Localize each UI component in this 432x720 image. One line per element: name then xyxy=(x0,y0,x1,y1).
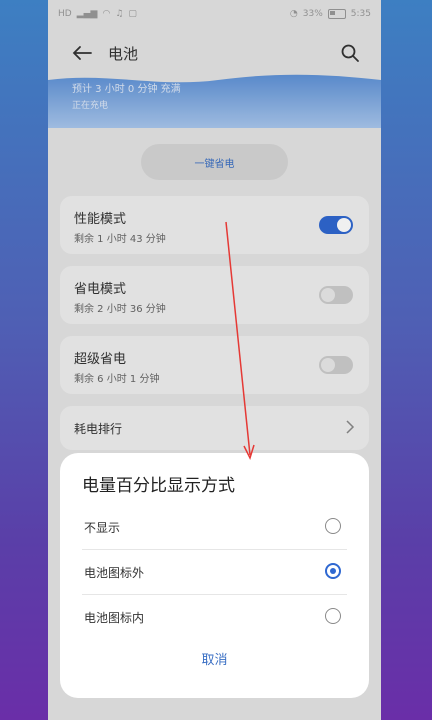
mode-card-ultra-saving[interactable]: 超级省电 剩余 6 小时 1 分钟 xyxy=(60,336,369,394)
power-saving-mode-toggle[interactable] xyxy=(319,286,353,304)
power-rank-label: 耗电排行 xyxy=(74,422,123,436)
mode-card-performance[interactable]: 性能模式 剩余 1 小时 43 分钟 xyxy=(60,196,369,254)
option-label: 不显示 xyxy=(84,521,121,535)
percentage-display-dialog: 电量百分比显示方式 不显示 电池图标外 电池图标内 取消 xyxy=(60,453,369,698)
status-bar: HD ▂▄▆ ◠ ♫ ▢ ◔ 33% 5:35 xyxy=(48,0,381,28)
performance-mode-toggle[interactable] xyxy=(319,216,353,234)
option-outside-icon[interactable]: 电池图标外 xyxy=(60,550,369,595)
toggle-knob xyxy=(321,358,335,372)
option-label: 电池图标内 xyxy=(84,611,145,625)
toggle-knob xyxy=(337,218,351,232)
power-rank-row[interactable]: 耗电排行 xyxy=(60,406,369,450)
mode-remaining: 剩余 2 小时 36 分钟 xyxy=(74,304,166,315)
battery-icon xyxy=(327,9,346,19)
mode-remaining: 剩余 1 小时 43 分钟 xyxy=(74,234,166,245)
radio-button[interactable] xyxy=(325,608,341,624)
back-arrow-icon xyxy=(72,46,92,60)
wifi-icon: ◠ xyxy=(102,9,111,19)
option-hidden[interactable]: 不显示 xyxy=(60,505,369,550)
back-button[interactable] xyxy=(64,35,100,71)
one-tap-save-button[interactable]: 一键省电 xyxy=(141,144,288,180)
page-title: 电池 xyxy=(108,44,139,63)
chevron-right-icon xyxy=(346,420,355,434)
search-button[interactable] xyxy=(333,36,367,70)
carrier-label: HD xyxy=(58,9,72,19)
data-saver-icon: ◔ xyxy=(289,9,298,19)
option-inside-icon[interactable]: 电池图标内 xyxy=(60,595,369,640)
status-right: ◔ 33% 5:35 xyxy=(290,9,371,19)
charging-state-text: 正在充电 xyxy=(72,101,109,111)
mode-card-power-saving[interactable]: 省电模式 剩余 2 小时 36 分钟 xyxy=(60,266,369,324)
cancel-button[interactable]: 取消 xyxy=(60,649,369,668)
mode-title: 性能模式 xyxy=(74,212,127,227)
silent-icon: ♫ xyxy=(115,9,124,19)
app-bar: 电池 xyxy=(48,32,381,74)
battery-percent: 33% xyxy=(302,9,323,19)
option-label: 电池图标外 xyxy=(84,566,145,580)
charge-time-text: 预计 3 小时 0 分钟 充满 xyxy=(72,84,181,95)
status-left: HD ▂▄▆ ◠ ♫ ▢ xyxy=(58,9,137,19)
mode-title: 超级省电 xyxy=(74,352,127,367)
search-icon xyxy=(341,44,359,62)
notification-icon: ▢ xyxy=(128,9,137,19)
dialog-title: 电量百分比显示方式 xyxy=(82,476,235,496)
mode-remaining: 剩余 6 小时 1 分钟 xyxy=(74,374,160,385)
signal-icon: ▂▄▆ xyxy=(76,9,98,19)
radio-button[interactable] xyxy=(325,518,341,534)
battery-level-panel: 预计 3 小时 0 分钟 充满 正在充电 xyxy=(48,72,381,128)
mode-title: 省电模式 xyxy=(74,282,127,297)
ultra-saving-mode-toggle[interactable] xyxy=(319,356,353,374)
radio-button-selected[interactable] xyxy=(325,563,341,579)
status-time: 5:35 xyxy=(350,9,371,19)
toggle-knob xyxy=(321,288,335,302)
